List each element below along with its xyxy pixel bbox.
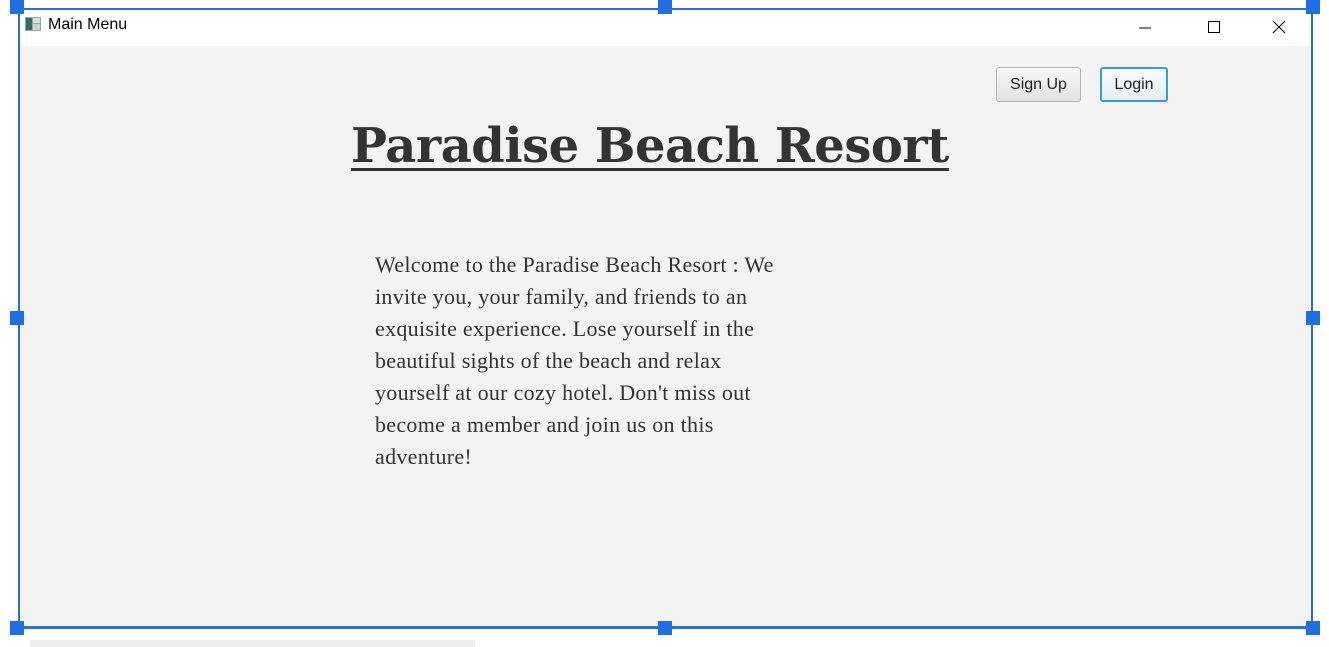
- close-button[interactable]: [1256, 10, 1302, 44]
- welcome-line: become a member and join us on this: [375, 412, 714, 437]
- welcome-line: beautiful sights of the beach and relax: [375, 348, 722, 373]
- resize-handle-bottom-center[interactable]: [658, 621, 672, 635]
- main-content: Sign Up Login Paradise Beach Resort Welc…: [19, 46, 1312, 626]
- welcome-line: yourself at our cozy hotel. Don't miss o…: [375, 380, 751, 405]
- welcome-line: exquisite experience. Lose yourself in t…: [375, 316, 755, 341]
- welcome-line: Welcome to the Paradise Beach Resort : W…: [375, 252, 774, 277]
- background-strip-bottom: [30, 640, 475, 647]
- screen: Main Menu Sign Up Login Paradise Beach R…: [0, 0, 1329, 647]
- close-icon: [1272, 20, 1286, 34]
- resize-handle-top-left[interactable]: [10, 0, 24, 14]
- maximize-button[interactable]: [1191, 10, 1237, 44]
- resize-handle-bottom-right[interactable]: [1306, 621, 1320, 635]
- sign-up-button[interactable]: Sign Up: [996, 67, 1081, 102]
- page-title: Paradise Beach Resort: [351, 118, 949, 174]
- app-icon: [25, 17, 41, 31]
- welcome-text: Welcome to the Paradise Beach Resort : W…: [375, 249, 875, 473]
- resize-handle-top-center[interactable]: [658, 0, 672, 14]
- minimize-button[interactable]: [1122, 10, 1168, 44]
- maximize-icon: [1208, 21, 1220, 33]
- resize-handle-middle-left[interactable]: [10, 311, 24, 325]
- window-title: Main Menu: [48, 16, 128, 33]
- resize-handle-top-right[interactable]: [1306, 0, 1320, 14]
- minimize-icon: [1139, 27, 1151, 29]
- resize-handle-bottom-left[interactable]: [10, 621, 24, 635]
- welcome-line: adventure!: [375, 444, 473, 469]
- main-menu-window: Main Menu Sign Up Login Paradise Beach R…: [19, 10, 1312, 626]
- login-button[interactable]: Login: [1100, 67, 1168, 102]
- title-bar[interactable]: Main Menu: [19, 10, 1312, 46]
- resize-handle-middle-right[interactable]: [1306, 311, 1320, 325]
- welcome-line: invite you, your family, and friends to …: [375, 284, 748, 309]
